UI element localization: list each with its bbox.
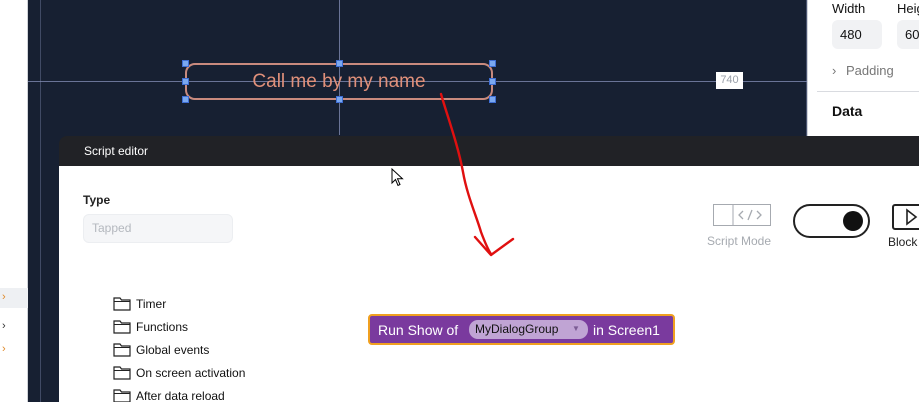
annotation-arrow [439, 92, 515, 257]
mouse-pointer-icon [391, 168, 404, 187]
